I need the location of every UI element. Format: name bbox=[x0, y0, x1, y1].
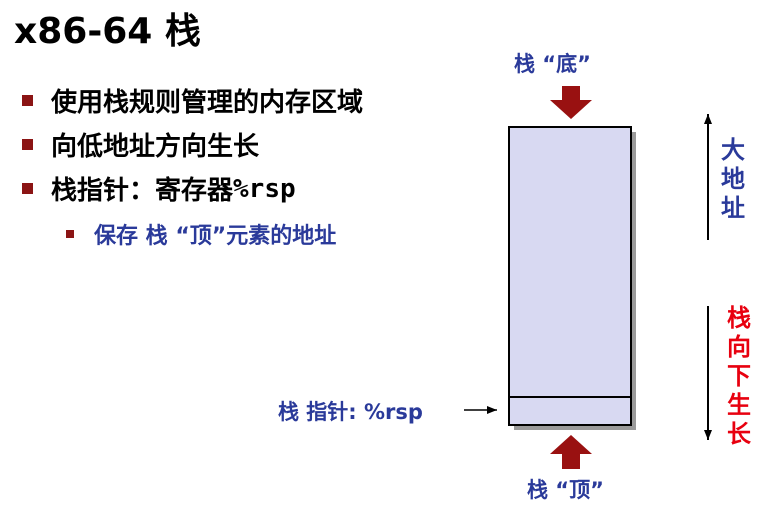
stack-box bbox=[508, 126, 632, 426]
stack-bottom-label: 栈 “底” bbox=[514, 52, 591, 76]
stack-diagram bbox=[464, 86, 712, 469]
stack-top-arrow-icon bbox=[550, 435, 592, 469]
grows-down-label: 栈向下生长 bbox=[727, 304, 751, 448]
stack-bottom-arrow-icon bbox=[550, 86, 592, 119]
stack-pointer-label: 栈 指针: %rsp bbox=[278, 400, 423, 424]
stack-top-label: 栈 “顶” bbox=[527, 478, 604, 502]
high-address-label: 大地址 bbox=[721, 136, 745, 222]
